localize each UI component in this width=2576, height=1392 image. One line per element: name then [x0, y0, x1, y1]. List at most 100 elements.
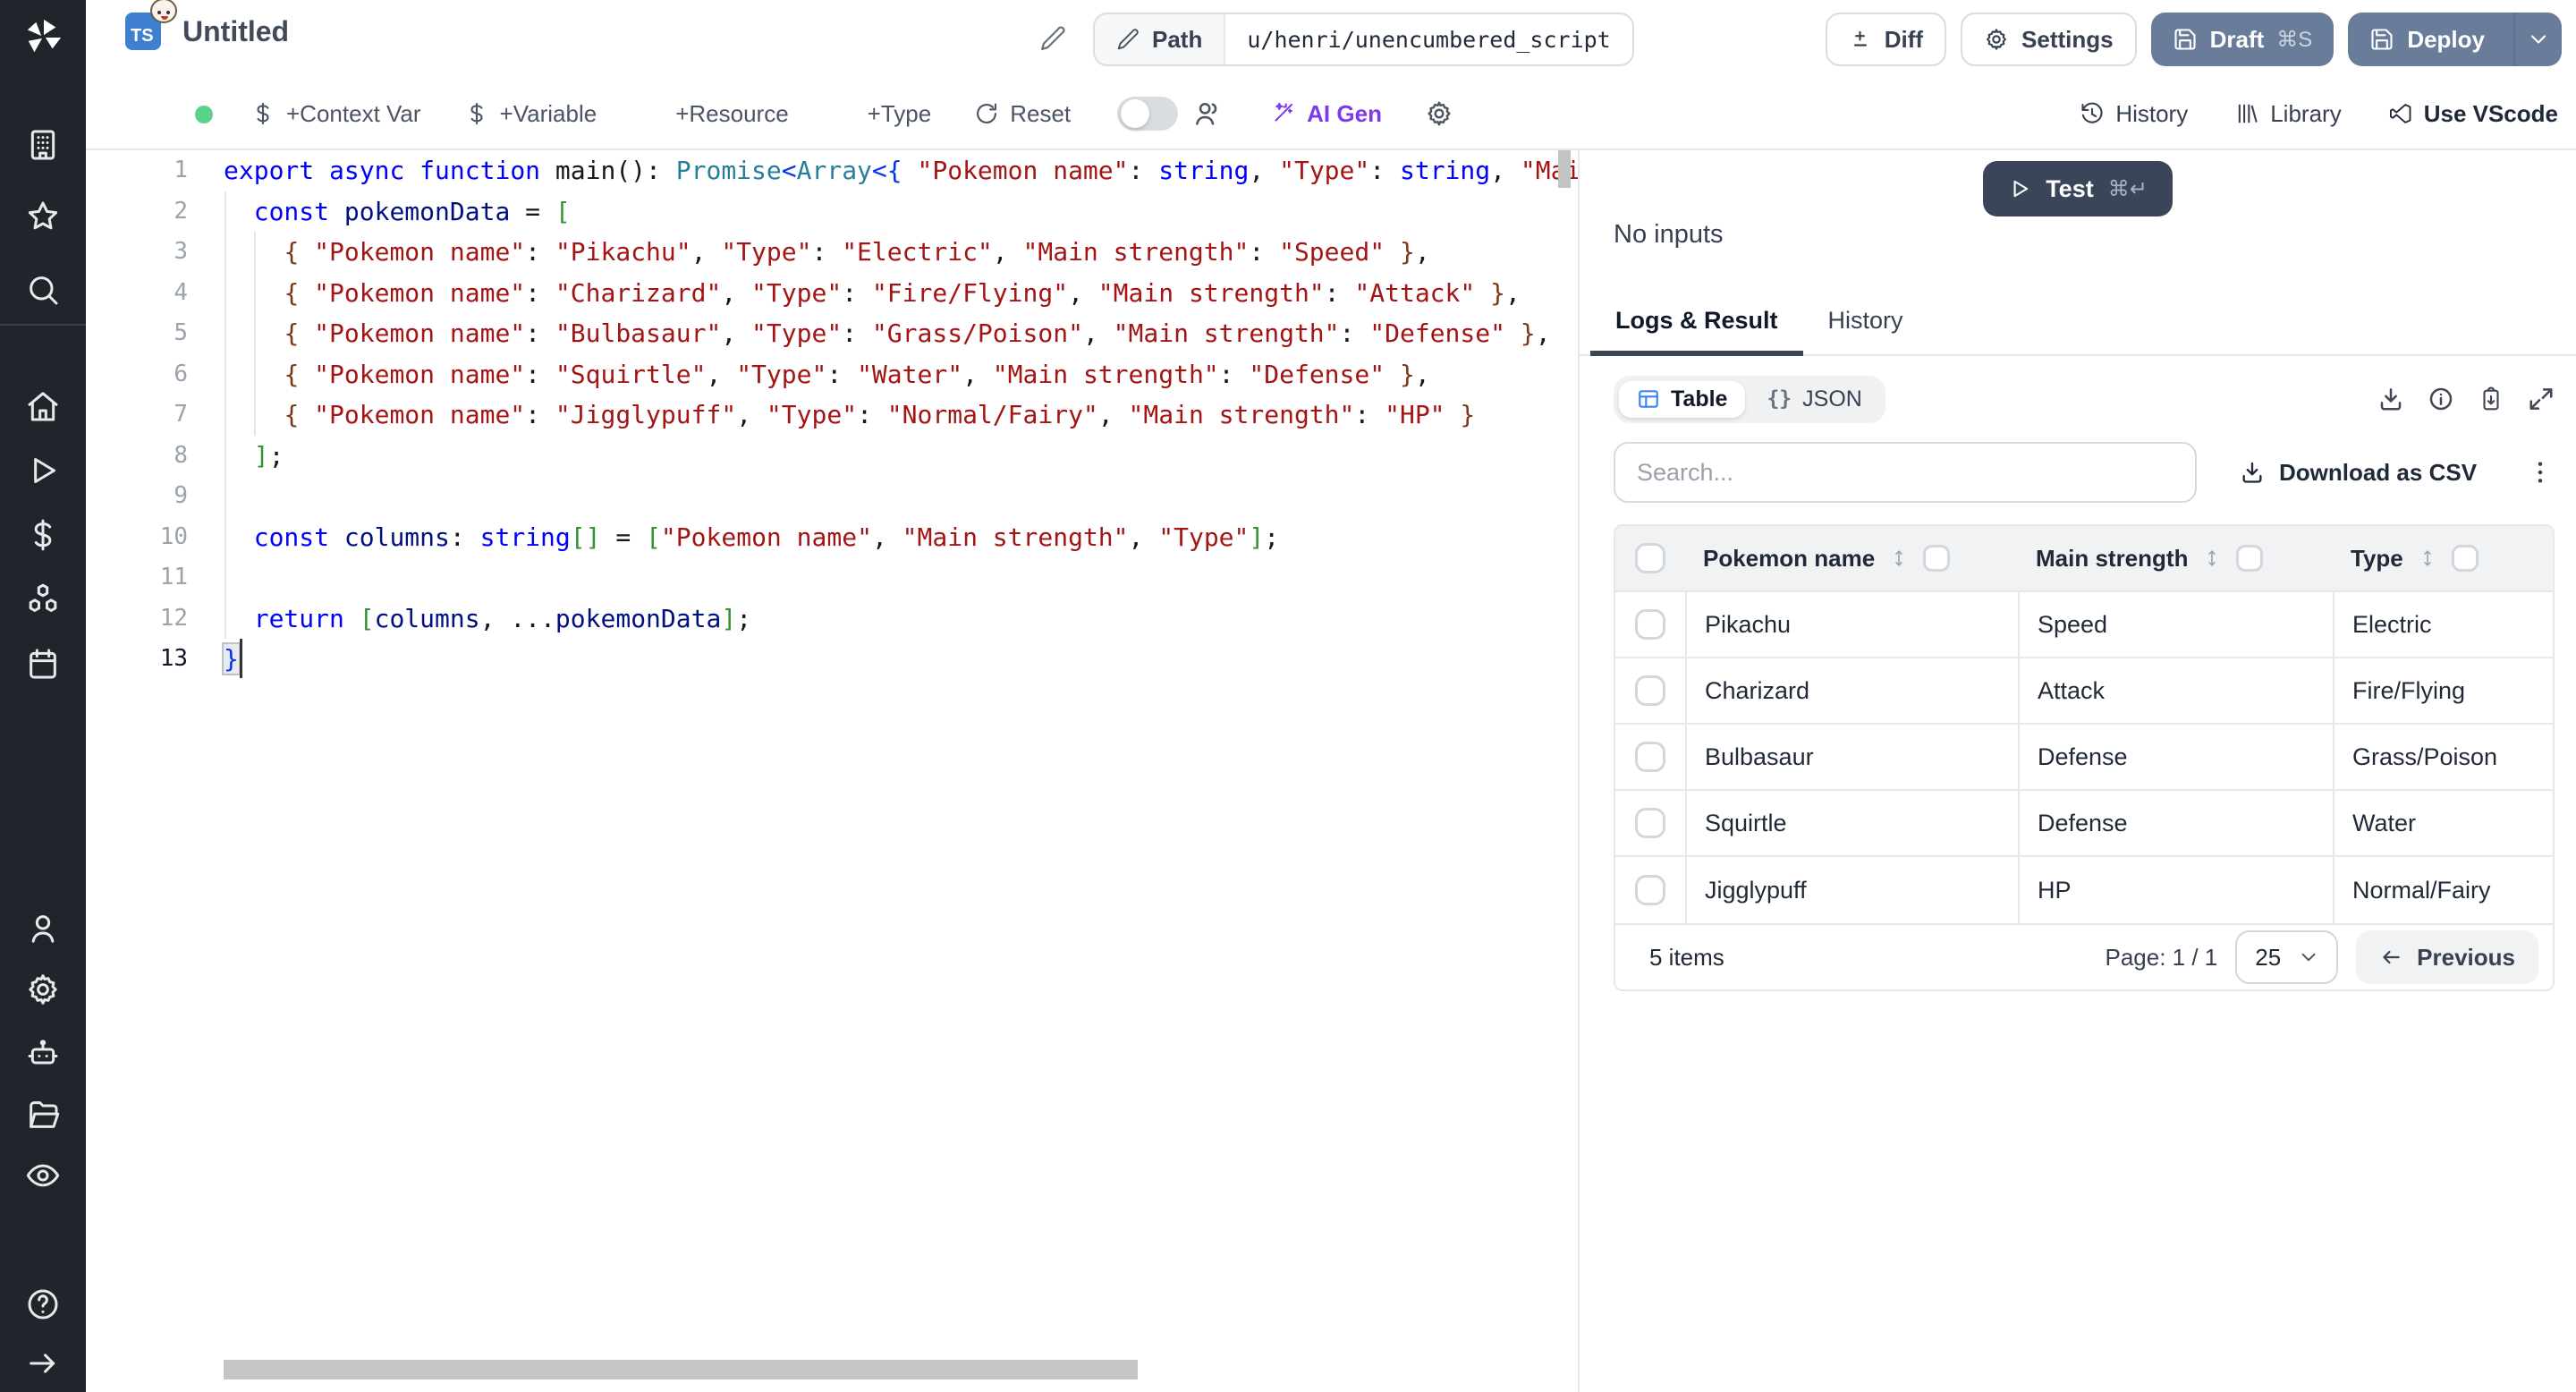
- deploy-button[interactable]: Deploy: [2348, 13, 2562, 66]
- text-cursor: [240, 639, 242, 678]
- view-table-option[interactable]: Table: [1619, 380, 1746, 418]
- building-icon[interactable]: [25, 127, 61, 163]
- page-size-select[interactable]: 25: [2235, 930, 2339, 984]
- toolbar-item-history[interactable]: History: [2080, 100, 2188, 128]
- toolbar-item-library[interactable]: Library: [2234, 100, 2342, 128]
- settings-button[interactable]: Settings: [1961, 13, 2137, 66]
- items-count: 5 items: [1649, 943, 1724, 971]
- code-line-10[interactable]: 10 const columns: string[] = ["Pokemon n…: [86, 517, 1578, 558]
- line-number: 3: [174, 238, 188, 265]
- diff-icon: [1849, 28, 1872, 51]
- save-icon: [2173, 27, 2198, 52]
- code-line-3[interactable]: 3 { "Pokemon name": "Pikachu", "Type": "…: [86, 232, 1578, 273]
- draft-button[interactable]: Draft ⌘S: [2150, 13, 2334, 66]
- user-icon[interactable]: [25, 911, 61, 946]
- view-json-option[interactable]: {} JSON: [1749, 381, 1879, 418]
- gear-icon[interactable]: [25, 972, 61, 1007]
- toolbar-item--resource[interactable]: +Resource: [640, 100, 788, 128]
- eye-icon[interactable]: [25, 1158, 61, 1193]
- toggle-switch[interactable]: [1117, 97, 1179, 131]
- info-icon[interactable]: [2428, 386, 2454, 412]
- path-value[interactable]: u/henri/unencumbered_script: [1225, 14, 1631, 64]
- download-csv-button[interactable]: Download as CSV: [2240, 459, 2477, 487]
- search-input[interactable]: [1614, 442, 2197, 503]
- kebab-menu-icon[interactable]: [2526, 458, 2555, 487]
- expand-icon[interactable]: [2528, 386, 2555, 412]
- sort-icon[interactable]: [1889, 546, 1909, 571]
- table-row[interactable]: Jigglypuff HP Normal/Fairy: [1615, 857, 2553, 923]
- download-result-icon[interactable]: [2377, 386, 2404, 412]
- column-toggle-box[interactable]: [2236, 545, 2264, 572]
- view-table-label: Table: [1671, 386, 1728, 412]
- table-row[interactable]: Pikachu Speed Electric: [1615, 592, 2553, 658]
- sidebar: [0, 0, 86, 1392]
- line-number: 4: [174, 278, 188, 306]
- diff-button[interactable]: Diff: [1825, 13, 1947, 66]
- view-mode-segmented-control: Table {} JSON: [1614, 375, 1885, 423]
- code-text: return [columns, ...pokemonData];: [253, 603, 752, 633]
- toolbar-item--variable[interactable]: +Variable: [464, 100, 597, 128]
- sort-icon[interactable]: [2418, 546, 2437, 571]
- arrow-right-icon[interactable]: [25, 1345, 61, 1381]
- path-field[interactable]: Path u/henri/unencumbered_script: [1093, 13, 1634, 66]
- row-checkbox[interactable]: [1635, 808, 1665, 838]
- table-row[interactable]: Bulbasaur Defense Grass/Poison: [1615, 725, 2553, 791]
- dollar-icon[interactable]: [25, 517, 61, 553]
- users-icon[interactable]: [1192, 98, 1223, 129]
- play-icon[interactable]: [25, 453, 61, 488]
- toolbar-item--type[interactable]: +Type: [832, 100, 932, 128]
- typescript-badge: TS: [125, 0, 177, 50]
- table-row[interactable]: Charizard Attack Fire/Flying: [1615, 658, 2553, 725]
- editor-horizontal-scrollbar[interactable]: [224, 1360, 1138, 1379]
- code-line-7[interactable]: 7 { "Pokemon name": "Jigglypuff", "Type"…: [86, 395, 1578, 436]
- code-line-5[interactable]: 5 { "Pokemon name": "Bulbasaur", "Type":…: [86, 313, 1578, 354]
- home-icon[interactable]: [25, 388, 61, 424]
- tab-history[interactable]: History: [1803, 293, 1928, 356]
- select-all-checkbox[interactable]: [1635, 543, 1665, 573]
- code-line-4[interactable]: 4 { "Pokemon name": "Charizard", "Type":…: [86, 273, 1578, 314]
- deploy-dropdown-toggle[interactable]: [2513, 13, 2562, 66]
- star-icon[interactable]: [25, 199, 61, 234]
- code-line-13[interactable]: 13}: [86, 639, 1578, 680]
- column-toggle-box[interactable]: [1923, 545, 1951, 572]
- ai-gen-button[interactable]: AI Gen: [1269, 100, 1382, 128]
- copy-clipboard-icon[interactable]: [2478, 386, 2504, 412]
- code-editor[interactable]: 1 export async function main(): Promise<A…: [86, 150, 1580, 1392]
- boxes-icon[interactable]: [25, 581, 61, 617]
- editor-vertical-scrollbar[interactable]: [1558, 150, 1571, 188]
- robot-icon[interactable]: [25, 1036, 61, 1072]
- code-line-2[interactable]: 2 const pokemonData = [: [86, 191, 1578, 233]
- search-icon[interactable]: [25, 272, 61, 308]
- toolbar-item-use-vscode[interactable]: Use VScode: [2388, 100, 2558, 128]
- toolbar-item--context-var[interactable]: +Context Var: [250, 100, 421, 128]
- sort-icon[interactable]: [2202, 546, 2222, 571]
- toolbar-item-reset[interactable]: Reset: [974, 100, 1071, 128]
- calendar-icon[interactable]: [25, 646, 61, 682]
- code-line-9[interactable]: 9: [86, 476, 1578, 517]
- package-icon: [640, 101, 665, 126]
- code-line-1[interactable]: 1 export async function main(): Promise<A…: [86, 150, 1578, 191]
- code-line-11[interactable]: 11: [86, 557, 1578, 598]
- tab-logs-result[interactable]: Logs & Result: [1590, 293, 1803, 356]
- previous-page-button[interactable]: Previous: [2356, 930, 2538, 984]
- column-toggle-box[interactable]: [2451, 545, 2479, 572]
- row-checkbox[interactable]: [1635, 875, 1665, 905]
- code-line-12[interactable]: 12 return [columns, ...pokemonData];: [86, 598, 1578, 640]
- code-text: { "Pokemon name": "Charizard", "Type": "…: [284, 277, 1521, 308]
- page-size-value: 25: [2255, 943, 2282, 971]
- edit-title-pencil-icon[interactable]: [1039, 25, 1066, 52]
- row-checkbox[interactable]: [1635, 609, 1665, 640]
- windmill-logo-icon[interactable]: [23, 16, 64, 57]
- cell-pokemon-name: Bulbasaur: [1685, 725, 2018, 789]
- row-checkbox[interactable]: [1635, 742, 1665, 772]
- table-row[interactable]: Squirtle Defense Water: [1615, 791, 2553, 857]
- folder-icon[interactable]: [25, 1097, 61, 1133]
- help-icon[interactable]: [25, 1286, 61, 1322]
- play-outline-icon: [2008, 177, 2031, 200]
- toolbar-gear-icon[interactable]: [1425, 99, 1453, 128]
- code-line-6[interactable]: 6 { "Pokemon name": "Squirtle", "Type": …: [86, 354, 1578, 395]
- code-line-8[interactable]: 8 ];: [86, 436, 1578, 477]
- vscode-icon: [2388, 101, 2413, 126]
- test-button[interactable]: Test ⌘↵: [1983, 161, 2173, 216]
- row-checkbox[interactable]: [1635, 675, 1665, 706]
